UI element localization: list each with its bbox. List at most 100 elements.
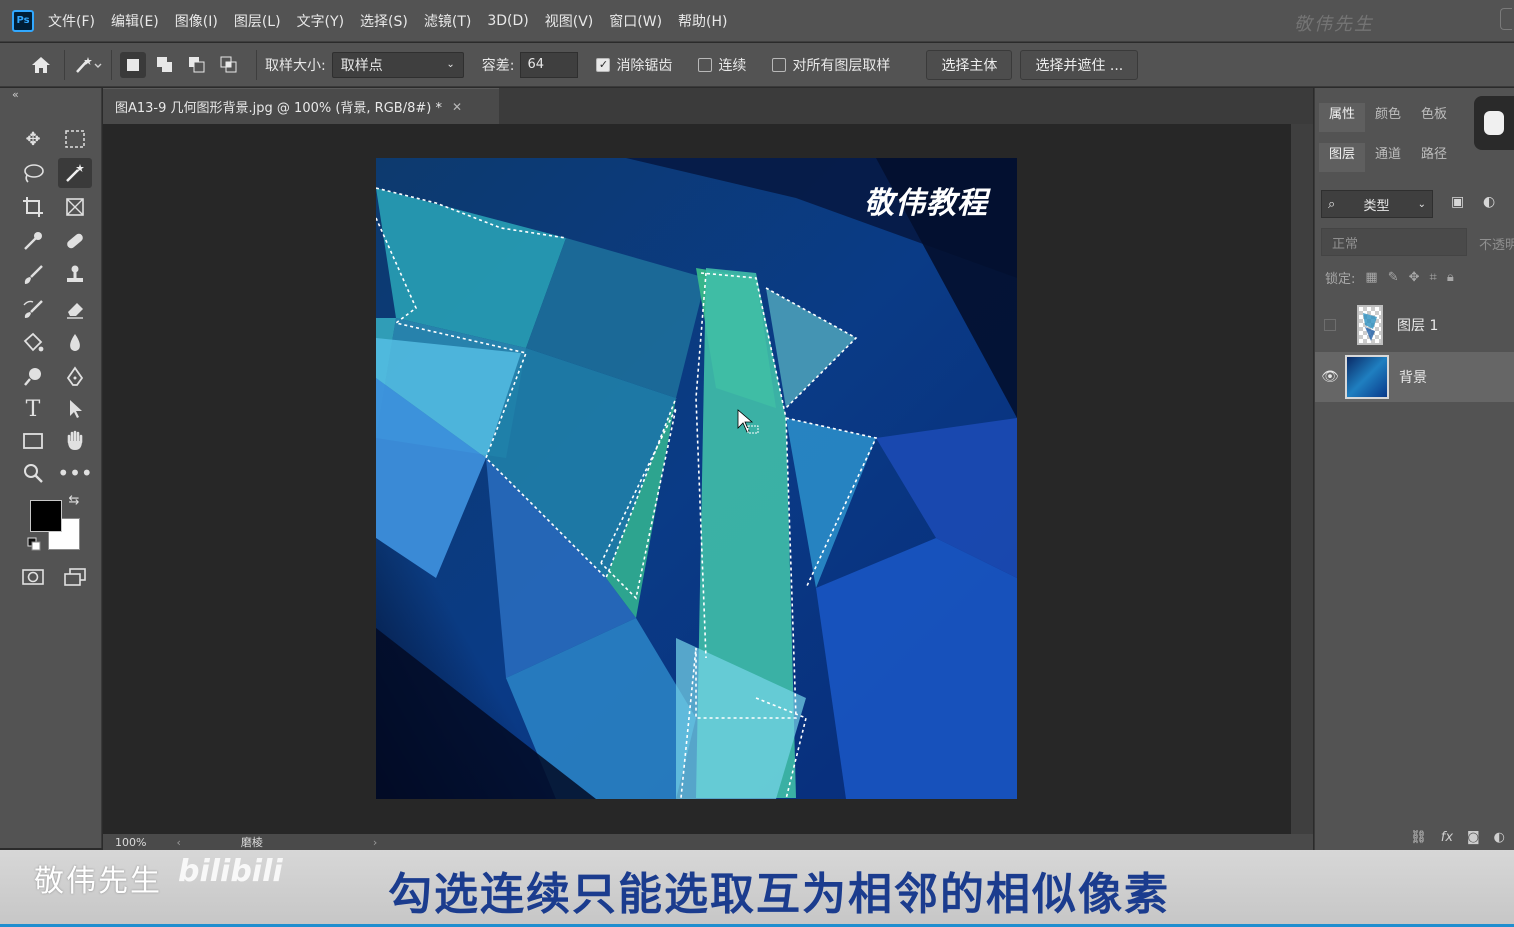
frame-tool-icon[interactable] bbox=[58, 192, 92, 222]
dodge-tool-icon[interactable] bbox=[16, 362, 50, 392]
lock-position-icon[interactable]: ✥ bbox=[1409, 270, 1420, 285]
vertical-scrollbar[interactable] bbox=[1291, 124, 1313, 834]
caption-text: 勾选连续只能选取互为相邻的相似像素 bbox=[388, 869, 1170, 920]
history-brush-tool-icon[interactable] bbox=[16, 294, 50, 324]
lock-label: 锁定: bbox=[1325, 272, 1356, 287]
clone-stamp-tool-icon[interactable] bbox=[58, 260, 92, 290]
menu-select[interactable]: 选择(S) bbox=[360, 11, 408, 31]
menu-filter[interactable]: 滤镜(T) bbox=[424, 11, 471, 31]
right-panels: 属性 颜色 色板 图层 通道 路径 ⌕ 类型 ⌄ ▣ ◐ 正常 不透明 锁定: … bbox=[1314, 88, 1514, 850]
menu-3d[interactable]: 3D(D) bbox=[487, 13, 528, 29]
magic-wand-preset-icon[interactable] bbox=[73, 50, 103, 80]
tolerance-input[interactable]: 64 bbox=[520, 51, 579, 78]
sample-all-layers-checkbox[interactable]: 对所有图层取样 bbox=[772, 55, 896, 75]
pen-tool-icon[interactable] bbox=[58, 362, 92, 392]
layer-row-background[interactable]: 👁︎ 背景 bbox=[1315, 352, 1514, 402]
lock-row: 锁定: ▦ ✎ ✥ ⌗ 🔒︎ bbox=[1325, 268, 1454, 287]
lasso-tool-icon[interactable] bbox=[16, 158, 50, 188]
new-adjustment-icon[interactable]: ◐ bbox=[1494, 830, 1505, 845]
zoom-level[interactable]: 100% bbox=[115, 836, 146, 849]
rectangle-tool-icon[interactable] bbox=[16, 426, 50, 456]
blur-tool-icon[interactable] bbox=[58, 328, 92, 358]
collapse-icon[interactable]: « bbox=[12, 88, 19, 101]
type-tool-icon[interactable]: T bbox=[16, 394, 50, 424]
eye-icon[interactable]: 👁︎ bbox=[1315, 369, 1345, 385]
tab-strip bbox=[499, 88, 1313, 124]
contiguous-checkbox[interactable]: 连续 bbox=[698, 55, 752, 75]
tab-swatches[interactable]: 色板 bbox=[1411, 103, 1457, 132]
intersect-selection-mode-icon[interactable] bbox=[216, 52, 242, 78]
checkmark-icon: ✓ bbox=[596, 57, 611, 72]
divider bbox=[111, 49, 112, 80]
move-tool-icon[interactable]: ✥ bbox=[16, 124, 50, 154]
checkbox-box bbox=[772, 57, 787, 72]
eraser-tool-icon[interactable] bbox=[58, 294, 92, 324]
document-image[interactable]: 敬伟教程 bbox=[376, 158, 1017, 799]
overlay-button-icon[interactable] bbox=[1474, 96, 1514, 150]
tab-properties[interactable]: 属性 bbox=[1319, 103, 1366, 132]
layer-filter-dropdown[interactable]: ⌕ 类型 ⌄ bbox=[1321, 190, 1433, 218]
tab-layers[interactable]: 图层 bbox=[1319, 143, 1366, 172]
tab-color[interactable]: 颜色 bbox=[1365, 103, 1411, 132]
link-layers-icon[interactable]: ⛓︎ bbox=[1410, 830, 1427, 845]
swap-colors-icon[interactable]: ⇆ bbox=[64, 490, 84, 510]
magic-wand-tool-icon[interactable] bbox=[58, 158, 92, 188]
default-colors-icon[interactable] bbox=[24, 534, 44, 554]
crop-tool-icon[interactable] bbox=[16, 192, 50, 222]
subtract-selection-mode-icon[interactable] bbox=[184, 52, 210, 78]
lock-all-icon[interactable]: 🔒︎ bbox=[1447, 270, 1454, 285]
chevron-right-icon[interactable]: › bbox=[373, 836, 377, 849]
menu-help[interactable]: 帮助(H) bbox=[678, 11, 727, 31]
layer-row-layer1[interactable]: 图层 1 bbox=[1315, 300, 1514, 350]
menu-file[interactable]: 文件(F) bbox=[48, 11, 95, 31]
window-control-icon[interactable] bbox=[1500, 8, 1512, 30]
blend-mode-dropdown[interactable]: 正常 bbox=[1321, 228, 1467, 256]
image-filter-icon[interactable]: ▣ bbox=[1451, 194, 1464, 210]
fx-icon[interactable]: fx bbox=[1441, 830, 1453, 845]
menu-image[interactable]: 图像(I) bbox=[175, 11, 218, 31]
paint-bucket-tool-icon[interactable] bbox=[16, 328, 50, 358]
quick-mask-icon[interactable] bbox=[16, 562, 50, 592]
divider bbox=[256, 49, 257, 80]
lock-transparent-icon[interactable]: ▦ bbox=[1365, 270, 1377, 285]
menu-view[interactable]: 视图(V) bbox=[545, 11, 594, 31]
tab-channels[interactable]: 通道 bbox=[1365, 143, 1411, 172]
geometric-background-image bbox=[376, 158, 1017, 799]
home-icon[interactable] bbox=[26, 50, 56, 80]
tab-paths[interactable]: 路径 bbox=[1411, 143, 1457, 172]
eyedropper-tool-icon[interactable] bbox=[16, 226, 50, 256]
sample-all-layers-label: 对所有图层取样 bbox=[792, 57, 891, 74]
document-tab[interactable]: 图A13-9 几何图形背景.jpg @ 100% (背景, RGB/8#) * … bbox=[103, 88, 499, 124]
brush-tool-icon[interactable] bbox=[16, 260, 50, 290]
select-and-mask-button[interactable]: 选择并遮住 ... bbox=[1020, 49, 1139, 80]
marquee-tool-icon[interactable] bbox=[58, 124, 92, 154]
menu-edit[interactable]: 编辑(E) bbox=[111, 11, 159, 31]
search-icon: ⌕ bbox=[1328, 196, 1336, 212]
screen-mode-icon[interactable] bbox=[58, 562, 92, 592]
chevron-left-icon[interactable]: ‹ bbox=[176, 836, 180, 849]
status-text: 磨棱 bbox=[240, 836, 263, 849]
zoom-tool-icon[interactable] bbox=[16, 458, 50, 488]
caption-brand: 敬伟先生 bbox=[34, 864, 162, 899]
menu-layer[interactable]: 图层(L) bbox=[234, 11, 281, 31]
adjustment-filter-icon[interactable]: ◐ bbox=[1483, 194, 1495, 210]
visibility-toggle-off[interactable] bbox=[1315, 319, 1345, 331]
tools-panel: « ✥ T ••• ⇆ bbox=[0, 88, 102, 848]
add-selection-mode-icon[interactable] bbox=[152, 52, 178, 78]
path-selection-tool-icon[interactable] bbox=[58, 394, 92, 424]
lock-pixels-icon[interactable]: ✎ bbox=[1388, 270, 1399, 285]
hand-tool-icon[interactable] bbox=[58, 426, 92, 456]
layers-panel-footer: ⛓︎ fx ◙ ◐ bbox=[1315, 824, 1514, 850]
healing-brush-tool-icon[interactable] bbox=[58, 226, 92, 256]
menu-window[interactable]: 窗口(W) bbox=[609, 11, 662, 31]
sample-size-dropdown[interactable]: 取样点 ⌄ bbox=[331, 51, 464, 78]
lock-artboard-icon[interactable]: ⌗ bbox=[1430, 270, 1437, 285]
add-mask-icon[interactable]: ◙ bbox=[1467, 830, 1480, 845]
close-icon[interactable]: ✕ bbox=[452, 100, 462, 114]
new-selection-mode-icon[interactable] bbox=[120, 51, 146, 78]
more-tools-icon[interactable]: ••• bbox=[57, 458, 92, 488]
foreground-color-swatch[interactable] bbox=[30, 500, 62, 532]
menu-type[interactable]: 文字(Y) bbox=[297, 11, 344, 31]
select-subject-button[interactable]: 选择主体 bbox=[926, 49, 1013, 80]
antialias-checkbox[interactable]: ✓ 消除锯齿 bbox=[596, 55, 678, 75]
